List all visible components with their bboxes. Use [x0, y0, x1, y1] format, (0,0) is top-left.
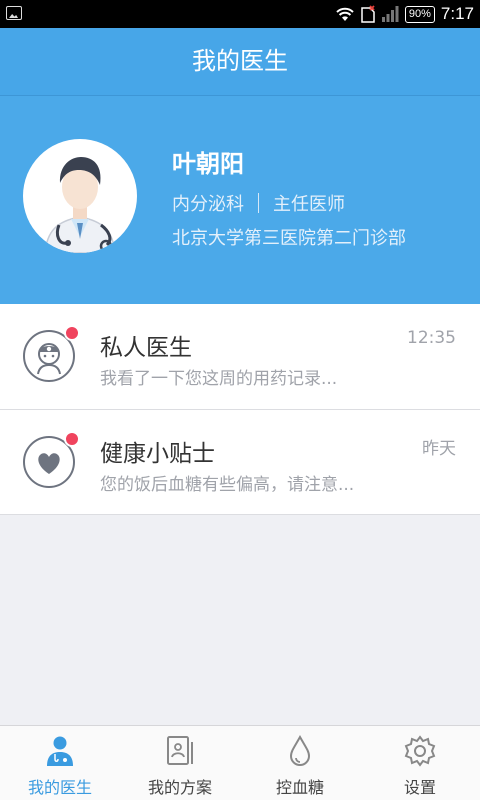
list-item-private-doctor[interactable]: 私人医生 我看了一下您这周的用药记录... 12:35: [0, 304, 480, 410]
wifi-icon: [336, 7, 354, 21]
tab-my-plan[interactable]: 我的方案: [120, 726, 240, 800]
tab-my-doctor[interactable]: 我的医生: [0, 726, 120, 800]
tab-settings[interactable]: 设置: [360, 726, 480, 800]
unread-badge: [64, 431, 80, 447]
heart-icon: [23, 431, 80, 488]
tab-label: 设置: [403, 778, 436, 797]
status-bar: 90% 7:17: [0, 0, 480, 28]
app-header: 我的医生: [0, 28, 480, 96]
tab-label: 我的医生: [27, 778, 92, 797]
doctor-hospital: 北京大学第三医院第二门诊部: [172, 228, 406, 249]
gallery-notification-icon: [6, 6, 22, 20]
battery-level: 90%: [404, 5, 435, 23]
tab-control-sugar[interactable]: 控血糖: [240, 726, 360, 800]
divider: [258, 193, 259, 213]
clock: 7:17: [440, 4, 474, 23]
page-title: 我的医生: [192, 47, 288, 75]
doctor-department: 内分泌科: [172, 194, 244, 215]
doctor-avatar: [23, 139, 137, 253]
tab-label: 控血糖: [275, 778, 324, 797]
message-list: 私人医生 我看了一下您这周的用药记录... 12:35 健康小贴士 您的饭后血糖…: [0, 304, 480, 515]
doctor-position: 主任医师: [273, 194, 345, 215]
unread-badge: [64, 325, 80, 341]
drop-icon: [289, 734, 311, 766]
message-time: 昨天: [422, 439, 456, 459]
message-preview: 我看了一下您这周的用药记录...: [100, 369, 338, 389]
plan-icon: [167, 736, 193, 765]
no-sim-icon: [361, 5, 375, 23]
message-title: 私人医生: [100, 335, 192, 361]
doctor-name: 叶朝阳: [172, 150, 244, 178]
bottom-tab-bar: 我的医生 我的方案 控血糖 设置: [0, 725, 480, 800]
tab-label: 我的方案: [147, 778, 212, 797]
message-title: 健康小贴士: [100, 441, 215, 467]
message-preview: 您的饭后血糖有些偏高，请注意...: [100, 475, 355, 495]
list-item-health-tips[interactable]: 健康小贴士 您的饭后血糖有些偏高，请注意... 昨天: [0, 410, 480, 515]
doctor-icon: [23, 325, 80, 382]
signal-icon: [381, 6, 399, 22]
doctor-profile-card[interactable]: 叶朝阳 内分泌科 主任医师 北京大学第三医院第二门诊部: [0, 96, 480, 304]
message-time: 12:35: [407, 328, 456, 348]
doctor-info: 内分泌科 主任医师: [172, 190, 345, 216]
status-icons: 90% 7:17: [335, 2, 474, 26]
gear-icon: [404, 735, 436, 767]
doctor-icon: [47, 736, 73, 766]
